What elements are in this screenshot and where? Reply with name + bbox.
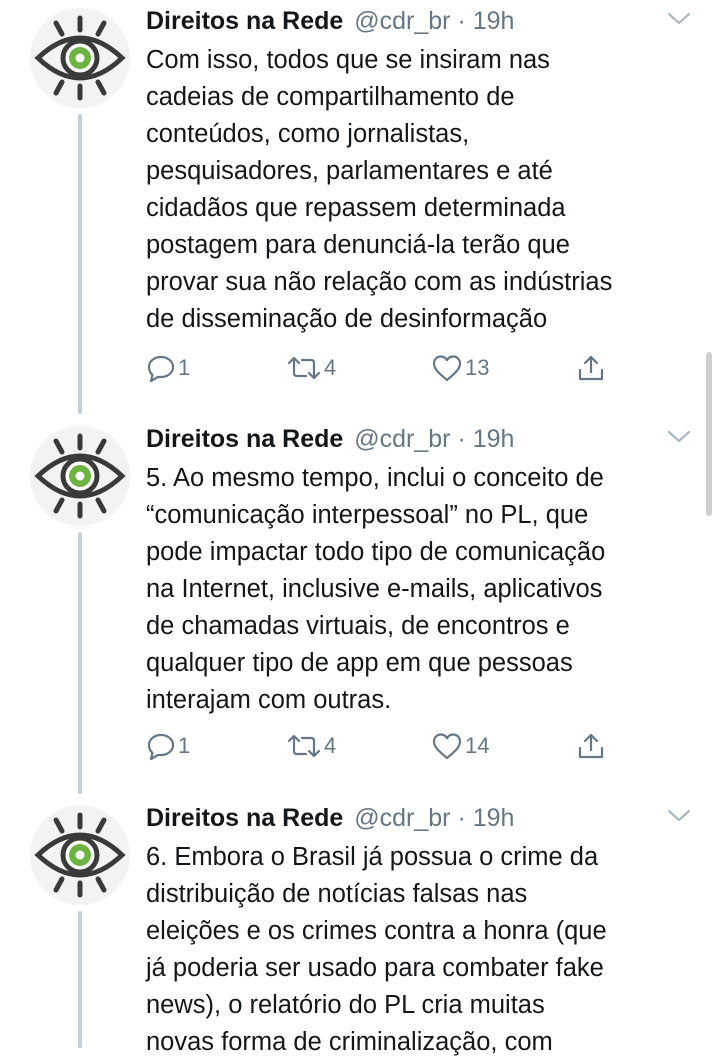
heart-icon <box>432 355 462 382</box>
thread-line <box>78 532 82 794</box>
chevron-down-icon[interactable] <box>666 10 692 28</box>
tweet-text-line: Com isso, todos que se insiram nas <box>146 46 550 74</box>
timestamp[interactable]: 19h <box>473 425 515 453</box>
author-handle[interactable]: @cdr_br <box>354 425 450 453</box>
like-button[interactable]: 13 <box>431 348 489 388</box>
author-name[interactable]: Direitos na Rede <box>146 804 343 832</box>
tweet-text-line: pode impactar todo tipo de comunicação <box>146 538 606 566</box>
tweet-text-line: pesquisadores, parlamentares e até <box>146 157 553 185</box>
chevron-down-icon[interactable] <box>666 428 692 446</box>
eye-logo-icon <box>34 812 126 898</box>
like-count: 13 <box>465 355 490 380</box>
tweet-text-line: 6. Embora o Brasil já possua o crime da <box>146 843 599 871</box>
tweet-text-line: “comunicação interpessoal” no PL, que <box>146 501 589 529</box>
timestamp[interactable]: 19h <box>473 804 515 832</box>
tweet-text: Com isso, todos que se insiram nas cadei… <box>146 42 702 338</box>
separator: · <box>457 425 466 453</box>
reply-button[interactable]: 1 <box>146 348 190 388</box>
author-handle[interactable]: @cdr_br <box>354 7 450 35</box>
tweet-text: 6. Embora o Brasil já possua o crime da … <box>146 839 702 1061</box>
eye-logo-icon <box>34 433 126 519</box>
tweet-text-line: cidadãos que repassem determinada <box>146 194 566 222</box>
tweet-text: 5. Ao mesmo tempo, inclui o conceito de … <box>146 460 702 719</box>
retweet-button[interactable]: 4 <box>286 348 336 388</box>
share-button[interactable] <box>576 348 606 388</box>
thread-line <box>78 911 82 1048</box>
tweet-text-line: eleições e os crimes contra a honra (que <box>146 917 607 945</box>
avatar[interactable] <box>30 805 130 905</box>
retweet-icon <box>287 734 321 758</box>
avatar[interactable] <box>30 426 130 526</box>
like-button[interactable]: 14 <box>431 726 489 766</box>
author-handle[interactable]: @cdr_br <box>354 804 450 832</box>
reply-icon <box>147 733 175 761</box>
retweet-icon <box>287 356 321 380</box>
scrollbar[interactable] <box>706 352 712 516</box>
reply-count: 1 <box>178 355 191 380</box>
tweet-text-line: news), o relatório do PL cria muitas <box>146 991 545 1019</box>
timestamp[interactable]: 19h <box>473 7 515 35</box>
tweet-text-line: postagem para denunciá-la terão que <box>146 231 570 259</box>
share-icon <box>578 355 604 381</box>
reply-count: 1 <box>178 733 191 758</box>
chevron-down-icon[interactable] <box>666 807 692 825</box>
eye-logo-icon <box>34 15 126 101</box>
tweet-text-line: provar sua não relação com as indústrias <box>146 268 613 296</box>
like-count: 14 <box>465 733 490 758</box>
avatar[interactable] <box>30 8 130 108</box>
tweet-text-line: novas forma de criminalização, com <box>146 1028 553 1056</box>
tweet-text-line: na Internet, inclusive e-mails, aplicati… <box>146 575 603 603</box>
heart-icon <box>432 733 462 760</box>
retweet-button[interactable]: 4 <box>286 726 336 766</box>
tweet-text-line: de chamadas virtuais, de encontros e <box>146 612 570 640</box>
tweet-header: Direitos na Rede @cdr_br · 19h <box>146 422 514 456</box>
tweet-text-line: distribuição de notícias falsas nas <box>146 880 528 908</box>
thread-line <box>78 114 82 414</box>
reply-icon <box>147 355 175 383</box>
tweet-header: Direitos na Rede @cdr_br · 19h <box>146 801 514 835</box>
reply-button[interactable]: 1 <box>146 726 190 766</box>
share-icon <box>578 733 604 759</box>
tweet-actions: 1 4 14 <box>146 726 626 766</box>
author-name[interactable]: Direitos na Rede <box>146 425 343 453</box>
tweet-text-line: de disseminação de desinformação <box>146 305 548 333</box>
author-name[interactable]: Direitos na Rede <box>146 7 343 35</box>
separator: · <box>457 7 466 35</box>
tweet-header: Direitos na Rede @cdr_br · 19h <box>146 4 514 38</box>
share-button[interactable] <box>576 726 606 766</box>
tweet-actions: 1 4 13 <box>146 348 626 388</box>
tweet-text-line: qualquer tipo de app em que pessoas <box>146 649 573 677</box>
separator: · <box>457 804 466 832</box>
retweet-count: 4 <box>324 733 337 758</box>
retweet-count: 4 <box>324 355 337 380</box>
tweet-text-line: cadeias de compartilhamento de <box>146 83 515 111</box>
tweet-text-line: interajam com outras. <box>146 686 392 714</box>
tweet-text-line: já poderia ser usado para combater fake <box>146 954 604 982</box>
tweet-text-line: conteúdos, como jornalistas, <box>146 120 470 148</box>
tweet-text-line: 5. Ao mesmo tempo, inclui o conceito de <box>146 464 604 492</box>
